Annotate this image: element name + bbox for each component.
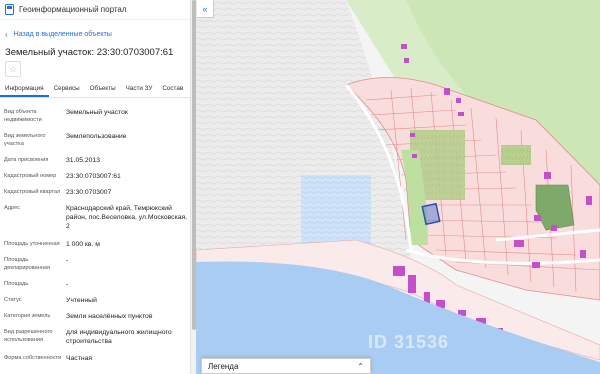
property-label: Площадь (4, 281, 29, 287)
tab-parcel-parts[interactable]: Части ЗУ (121, 82, 158, 97)
map-view[interactable] (196, 0, 600, 374)
tab-composition[interactable]: Состав (157, 82, 188, 97)
property-value: - (66, 281, 69, 288)
property-label: Кадастровый квартал (4, 189, 61, 195)
shallow-water-area (301, 175, 371, 250)
property-value: 23:30:0703007 (66, 189, 112, 196)
property-label: Вид разрешенного использования (4, 329, 53, 343)
property-label: Вид земельного участка (4, 133, 46, 147)
property-label: Адрес (4, 205, 21, 211)
legend-label: Легенда (208, 361, 239, 371)
property-value: для индивидуального жилищного строительс… (66, 329, 172, 345)
legend-panel[interactable]: Легенда ⌃ (201, 358, 371, 374)
tab-bar: Информация Сервисы Объекты Части ЗУ Сост… (0, 82, 196, 98)
back-link-label: Назад в выделенные объекты (13, 30, 112, 38)
property-label: Статус (4, 297, 22, 303)
property-value: Земельный участок (66, 109, 128, 116)
tab-services[interactable]: Сервисы (49, 82, 85, 97)
property-label: Форма собственности (4, 355, 62, 361)
property-label: Категория земель (4, 313, 51, 319)
property-label: Кадастровый номер (4, 173, 57, 179)
app-title: Геоинформационный портал (19, 5, 127, 14)
property-label: Дата присвоения (4, 157, 49, 163)
portal-logo-icon (5, 4, 14, 15)
property-value: Учтенный (66, 297, 97, 304)
selected-parcel-highlight[interactable] (421, 202, 441, 226)
info-panel: Геоинформационный портал ‹ Назад в выдел… (0, 0, 196, 374)
property-value: Земли населённых пунктов (66, 313, 153, 320)
property-value: Частная (66, 355, 93, 362)
property-value: - (66, 257, 69, 264)
property-label: Вид объекта недвижимости (4, 109, 42, 123)
object-title: Земельный участок: 23:30:0703007:61 (5, 47, 174, 58)
watermark: ID 31536 (368, 332, 450, 352)
property-label: Площадь декларированная (4, 257, 51, 271)
chevron-left-icon: ‹ (5, 29, 8, 39)
tab-objects[interactable]: Объекты (85, 82, 121, 97)
property-value: 23:30:0703007:61 (66, 173, 121, 180)
tab-info[interactable]: Информация (0, 82, 49, 97)
property-value: 31.05.2013 (66, 157, 101, 164)
property-value: 1 000 кв. м (66, 241, 100, 248)
property-value: Краснодарский край, Темрюкский район, по… (66, 205, 188, 230)
back-link[interactable]: ‹ Назад в выделенные объекты (0, 24, 196, 44)
app-header: Геоинформационный портал (0, 0, 196, 20)
collapse-panel-button[interactable]: « (197, 0, 214, 18)
property-value: Землепользование (66, 133, 127, 140)
property-label: Площадь уточненная (4, 241, 60, 247)
chevron-up-icon[interactable]: ⌃ (357, 362, 364, 371)
favorite-star-icon[interactable]: ☆ (5, 61, 21, 77)
map-canvas[interactable] (196, 0, 600, 374)
